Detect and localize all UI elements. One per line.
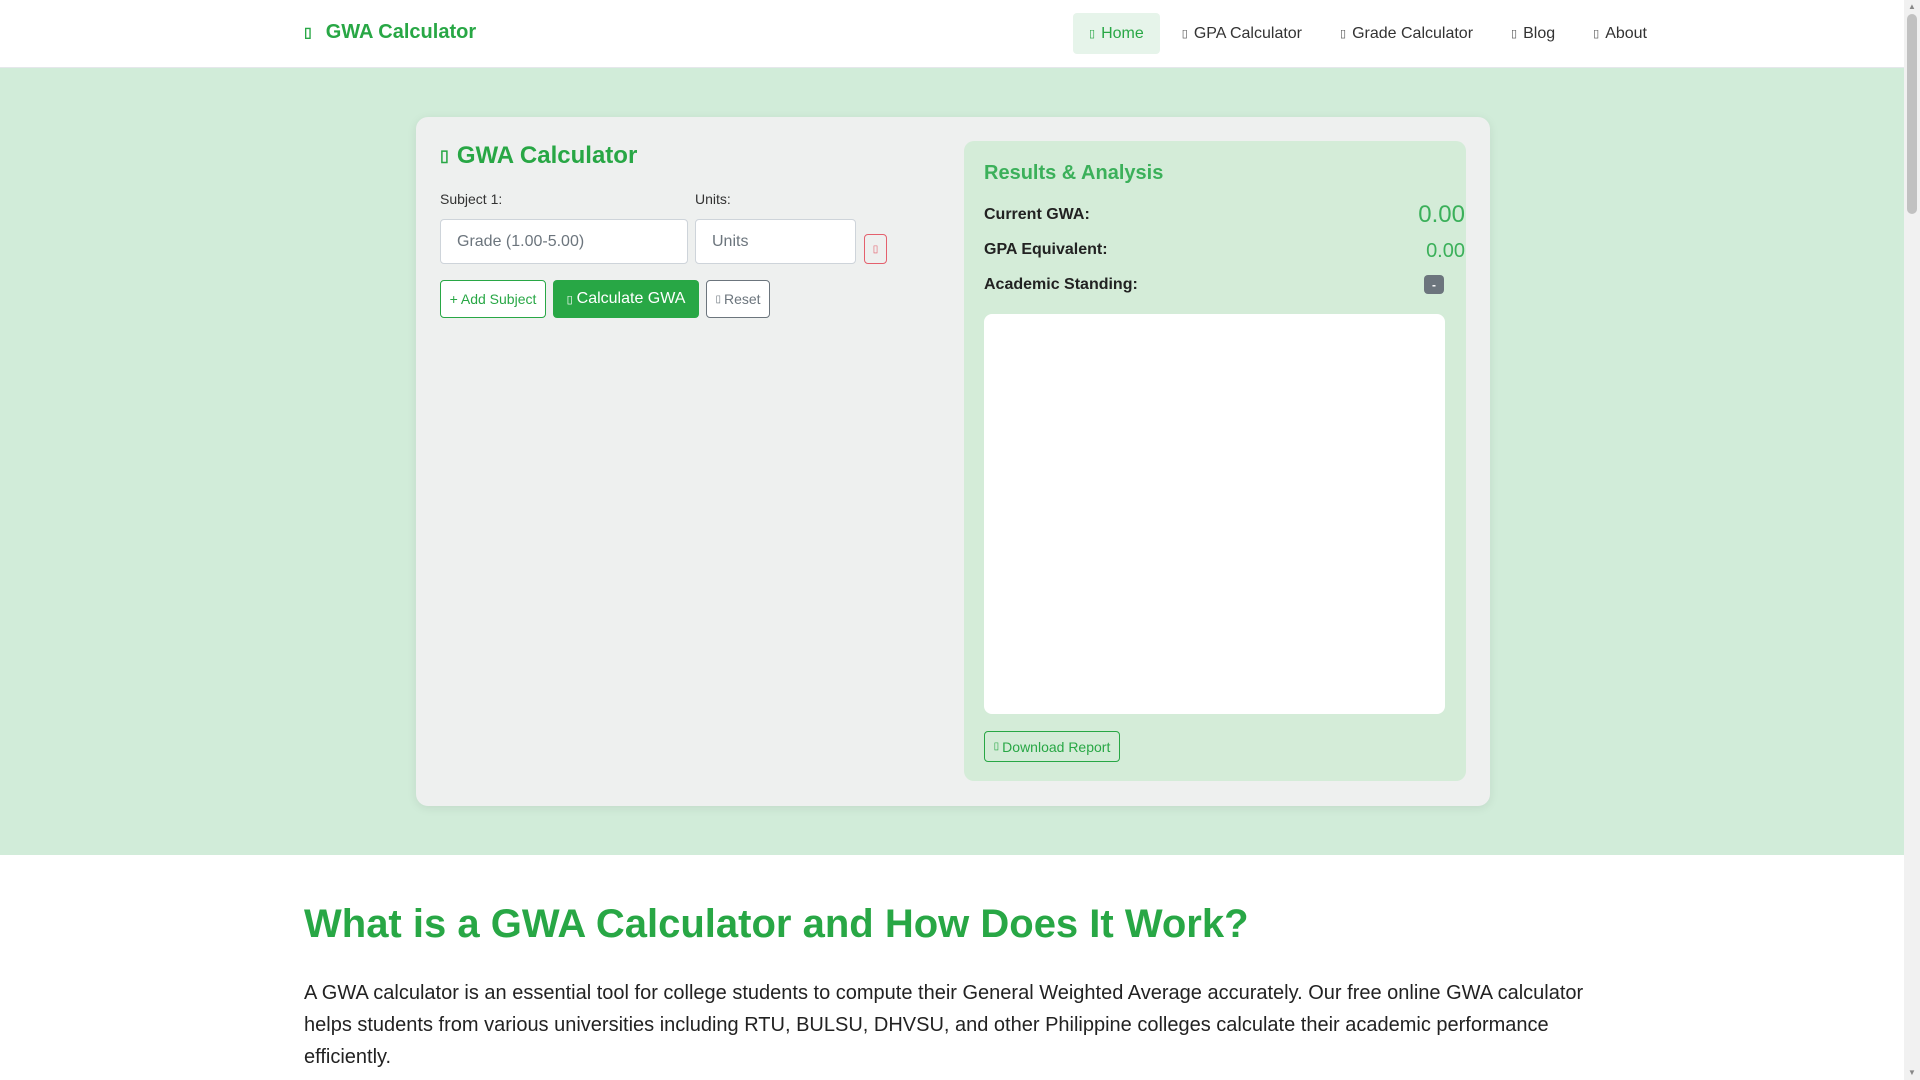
- remove-subject-button[interactable]: ▯: [864, 234, 887, 264]
- current-gwa-value: 0.00: [1418, 201, 1465, 228]
- nav-menu: ▯ Home ▯ GPA Calculator ▯ Grade Calculat…: [1073, 13, 1663, 54]
- scroll-up-icon[interactable]: ▲: [1904, 0, 1920, 14]
- nav-item-label: Home: [1101, 24, 1144, 42]
- info-icon: ▯: [1593, 28, 1600, 40]
- academic-standing-label: Academic Standing:: [984, 276, 1138, 293]
- calculate-label: Calculate GWA: [576, 290, 686, 307]
- reset-button[interactable]: ▯ Reset: [706, 280, 770, 318]
- add-subject-button[interactable]: + Add Subject: [440, 280, 546, 318]
- article-paragraph: A GWA calculator is an essential tool fo…: [304, 982, 1584, 1068]
- chart-icon: ▯: [1181, 28, 1188, 40]
- nav-item-grade-calculator[interactable]: ▯ Grade Calculator: [1324, 13, 1489, 54]
- nav-item-label: Blog: [1523, 24, 1556, 42]
- calculator-title: ▯ GWA Calculator: [440, 142, 637, 170]
- grade-input[interactable]: Grade (1.00-5.00): [440, 219, 688, 264]
- subject-label: Subject 1:: [440, 191, 503, 207]
- home-icon: ▯: [1089, 28, 1096, 40]
- nav-item-about[interactable]: ▯ About: [1577, 13, 1663, 54]
- reset-label: Reset: [723, 291, 761, 307]
- units-label: Units:: [695, 191, 731, 207]
- brand-label: GWA Calculator: [325, 21, 477, 43]
- results-chart: [984, 314, 1445, 714]
- nav-item-home[interactable]: ▯ Home: [1073, 13, 1160, 54]
- reset-icon: ▯: [715, 293, 721, 305]
- gpa-equivalent-value: 0.00: [1426, 240, 1465, 262]
- percent-icon: ▯: [1340, 28, 1347, 40]
- navbar: ▯ GWA Calculator ▯ Home ▯ GPA Calculator…: [0, 0, 1904, 68]
- download-label: Download Report: [1002, 738, 1111, 755]
- gpa-equivalent-label: GPA Equivalent:: [984, 241, 1108, 258]
- nav-item-blog[interactable]: ▯ Blog: [1495, 13, 1571, 54]
- brand-link[interactable]: ▯ GWA Calculator: [304, 21, 476, 44]
- calculator-title-text: GWA Calculator: [456, 142, 638, 169]
- calculator-icon: ▯: [566, 293, 573, 306]
- blog-icon: ▯: [1511, 28, 1518, 40]
- scroll-down-icon[interactable]: ▼: [1904, 1066, 1920, 1080]
- article-title: What is a GWA Calculator and How Does It…: [304, 902, 1249, 946]
- nav-item-gpa-calculator[interactable]: ▯ GPA Calculator: [1166, 13, 1318, 54]
- units-input[interactable]: Units: [695, 219, 856, 264]
- nav-item-label: Grade Calculator: [1352, 24, 1474, 42]
- download-icon: ▯: [993, 741, 1000, 752]
- calculate-gwa-button[interactable]: ▯ Calculate GWA: [553, 280, 699, 318]
- nav-item-label: GPA Calculator: [1193, 24, 1303, 42]
- scrollbar-thumb[interactable]: [1907, 14, 1917, 214]
- download-report-button[interactable]: ▯ Download Report: [984, 731, 1120, 762]
- results-title: Results & Analysis: [984, 162, 1164, 184]
- standing-badge: -: [1424, 275, 1444, 294]
- nav-item-label: About: [1605, 24, 1647, 42]
- trash-icon: ▯: [872, 243, 879, 255]
- current-gwa-label: Current GWA:: [984, 206, 1090, 223]
- calculator-icon: ▯: [440, 148, 449, 165]
- calculator-icon: ▯: [304, 24, 312, 40]
